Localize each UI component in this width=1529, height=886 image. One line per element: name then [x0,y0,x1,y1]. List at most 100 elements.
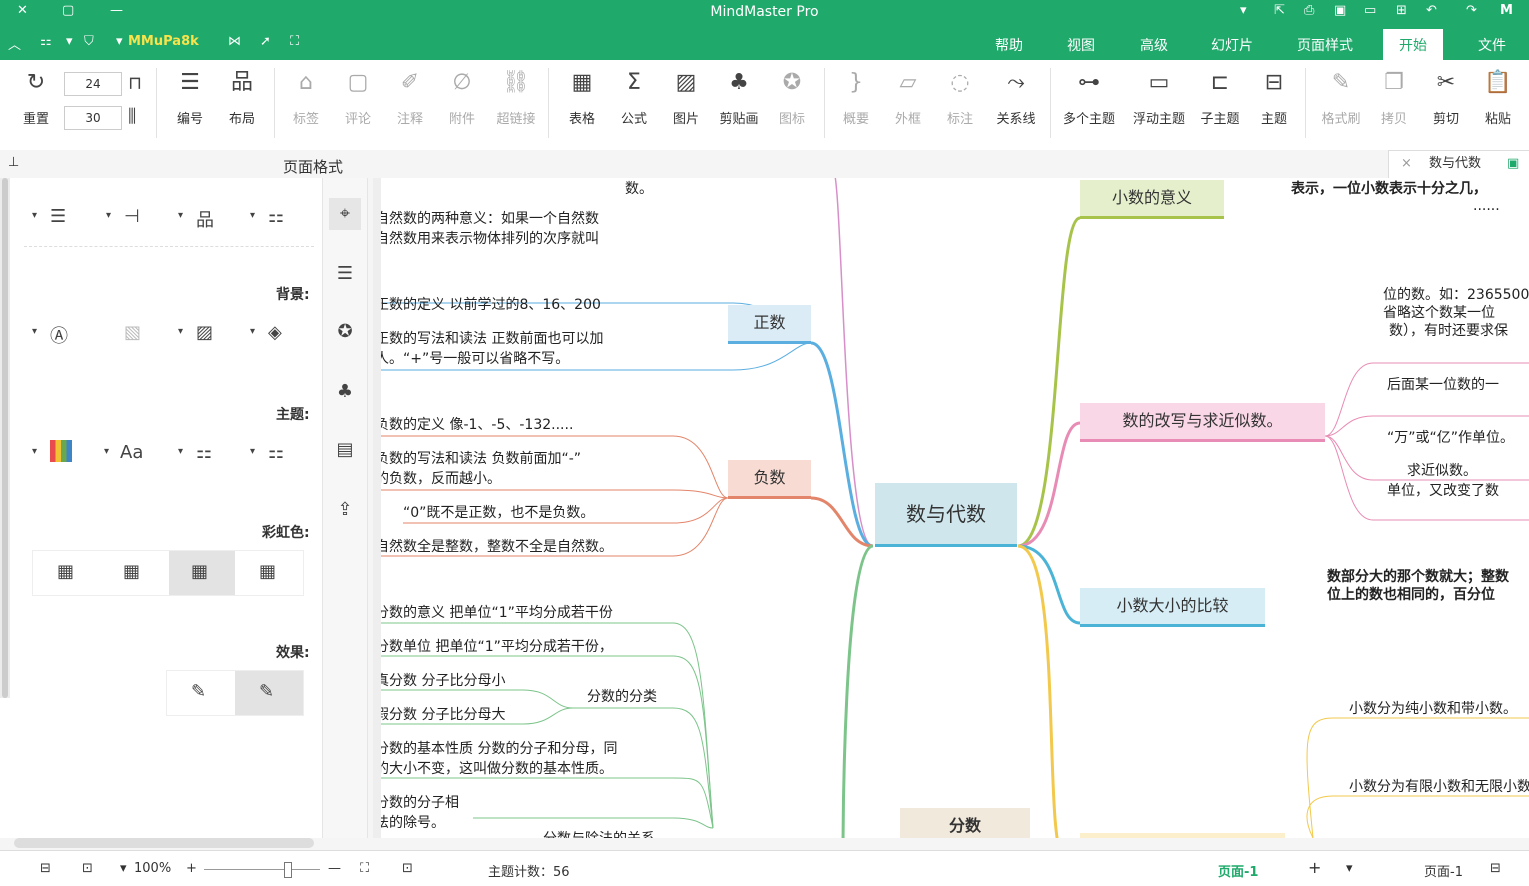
zoom-out-icon[interactable]: — [328,861,341,876]
rainbow-option-1-icon[interactable]: ▦ [57,561,74,582]
left-subtopic-text[interactable]: 数。 [625,178,653,198]
fraction-topic[interactable]: 分数 [900,808,1030,838]
mindmap-canvas[interactable]: 数与代数 正数 负数 小数的意义 数的改写与求近似数。 小数大小的比较 分数 数… [373,178,1529,838]
right-subtopic-text[interactable]: 位的数。如：2365500 [1383,284,1529,304]
left-subtopic-text[interactable]: 分数的意义 把单位“1”平均分成若干份 [375,602,613,622]
dropdown-arrow-icon[interactable]: ▾ [178,446,183,457]
zoom-level[interactable]: 100% [134,861,171,876]
approximation-topic[interactable]: 数的改写与求近似数。 [1080,403,1325,442]
dropdown-arrow-icon[interactable]: ▾ [250,326,255,337]
left-subtopic-text[interactable]: 人。“+”号一般可以省略不写。 [375,348,569,368]
tab-slides[interactable]: 幻灯片 [1211,35,1253,55]
right-subtopic-text[interactable]: 表示，一位小数表示十分之几， [1291,178,1487,198]
export-panel-icon[interactable]: ⇪ [329,494,361,526]
zoom-dropdown-icon[interactable]: ▾ [120,861,127,876]
tab-file[interactable]: 文件 [1478,35,1506,55]
icon-panel-icon[interactable]: ✪ [329,316,361,348]
right-subtopic-text[interactable]: 数），有时还要求保 [1389,320,1508,340]
theme-style-icon[interactable]: ⚏ [196,442,212,463]
subtopic-button[interactable]: ⊏ 子主题 [1194,68,1246,127]
color-theme-icon[interactable] [50,440,72,462]
right-subtopic-text[interactable]: 位上的数也相同的，百分位 [1327,584,1495,604]
add-page-button[interactable]: + [1308,858,1321,877]
format-brush-icon[interactable]: ⌖ [329,198,361,230]
right-subtopic-text[interactable]: “万”或“亿”作单位。 [1387,427,1514,447]
dropdown-arrow-icon[interactable]: ▾ [178,210,183,221]
apps-dropdown-icon[interactable]: ▾ [66,34,73,49]
left-subtopic-text[interactable]: 负数的写法和读法 负数前面加“-” [375,448,581,468]
canvas-vertical-scrollbar[interactable] [373,178,381,838]
reset-button[interactable]: ↻ 重置 [10,68,62,127]
left-subtopic-text[interactable]: 正数的定义 以前学过的8、16、200 [375,294,601,314]
boundary-button[interactable]: ▱ 外框 [882,68,934,127]
rainbow-option-3-icon[interactable]: ▦ [191,561,208,582]
rainbow-option-4-icon[interactable]: ▦ [259,561,276,582]
right-subtopic-text[interactable]: 求近似数。 [1407,460,1477,480]
fit-width-icon[interactable]: ⊡ [82,861,93,876]
multiple-topics-button[interactable]: ⊶ 多个主题 [1060,68,1118,127]
page-view-icon[interactable]: ⊟ [1490,861,1501,876]
right-subtopic-text[interactable]: 省略这个数某一位 [1383,302,1495,322]
dropdown-arrow-icon[interactable]: ▾ [104,446,109,457]
tab-advanced[interactable]: 高级 [1140,35,1168,55]
dropdown-arrow-icon[interactable]: ▾ [250,210,255,221]
left-subtopic-text[interactable]: 法的除号。 [375,812,445,832]
left-subtopic-text[interactable]: 自然数全是整数，整数不全是自然数。 [375,536,613,556]
watermark-icon[interactable]: Ⓐ [50,322,68,348]
outline-icon[interactable]: ☰ [329,258,361,290]
numbering-list-icon[interactable]: ☰ [50,206,66,227]
note-button[interactable]: ✐ 注释 [384,68,436,127]
effect-highlight-icon[interactable]: ✎ [259,681,274,702]
tab-home[interactable]: 开始 [1383,29,1443,60]
dropdown-arrow-icon[interactable]: ▾ [32,326,37,337]
right-subtopic-text[interactable]: 小数分为纯小数和带小数。 [1349,698,1517,718]
page-selector[interactable]: 页面-1 [1424,861,1463,880]
format-painter-button[interactable]: ✎ 格式刷 [1315,68,1367,127]
paste-button[interactable]: 📋 粘贴 [1472,68,1524,127]
picture-button[interactable]: ▨ 图片 [660,68,712,127]
rainbow-option-2-icon[interactable]: ▦ [123,561,140,582]
collapse-ribbon-icon[interactable]: ︿ [8,34,21,53]
floating-topic-button[interactable]: ▭ 浮动主题 [1130,68,1188,127]
dropdown-arrow-icon[interactable]: ▾ [32,446,37,457]
dropdown-arrow-icon[interactable]: ▾ [32,210,37,221]
tab-view[interactable]: 视图 [1067,35,1095,55]
right-subtopic-text[interactable]: ...... [1473,198,1500,214]
fullscreen-icon[interactable]: ⛶ [290,34,299,49]
left-subtopic-text[interactable]: 分数的基本性质 分数的分子和分母，同 [375,738,617,758]
summary-button[interactable]: } 概要 [830,68,882,127]
apps-icon[interactable]: ⚏ [40,34,52,49]
decimal-meaning-topic[interactable]: 小数的意义 [1080,180,1224,219]
left-subtopic-text[interactable]: 分数与除法的关系 [543,828,655,838]
remove-image-icon[interactable]: ▧ [124,322,141,343]
fill-bucket-icon[interactable]: ◈ [268,322,282,343]
cursor-icon[interactable]: ➚ [260,34,271,49]
right-subtopic-text[interactable]: 数部分大的那个数就大；整数 [1327,566,1509,586]
background-image-icon[interactable]: ▨ [196,322,213,343]
dropdown-arrow-icon[interactable]: ▾ [178,326,183,337]
central-topic[interactable]: 数与代数 [875,483,1017,545]
clipart-button[interactable]: ♣ 剪贴画 [713,68,765,127]
callout-button[interactable]: ◌ 标注 [934,68,986,127]
left-subtopic-text[interactable]: 的负数，反而越小。 [375,468,501,488]
positive-number-topic[interactable]: 正数 [728,305,811,344]
share-icon[interactable]: ⋈ [228,34,241,49]
negative-number-topic[interactable]: 负数 [728,460,811,499]
zoom-slider-handle[interactable] [284,862,292,878]
left-subtopic-text[interactable]: 正数的写法和读法 正数前面也可以加 [375,328,603,348]
dropdown-arrow-icon[interactable]: ▾ [250,446,255,457]
fullscreen-icon[interactable]: ⛶ [360,861,369,876]
close-tab-icon[interactable]: × [1401,151,1412,177]
hyperlink-button[interactable]: ⛓ 超链接 [490,68,542,127]
left-subtopic-text[interactable]: 自然数用来表示物体排列的次序就叫 [375,228,599,248]
right-subtopic-text[interactable]: 单位，又改变了数 [1387,480,1499,500]
page-tab[interactable]: 页面-1 [1218,861,1258,880]
attachment-button[interactable]: ∅ 附件 [436,68,488,127]
theme-layout-icon[interactable]: ⚏ [268,442,284,463]
topic-button[interactable]: ⊟ 主题 [1248,68,1300,127]
account-dropdown-icon[interactable]: ▾ [116,34,123,49]
dropdown-arrow-icon[interactable]: ▾ [106,210,111,221]
copy-button[interactable]: ❐ 拷贝 [1368,68,1420,127]
left-subtopic-text[interactable]: 分数单位 把单位“1”平均分成若干份， [375,636,613,656]
panel-scrollbar[interactable] [0,178,10,698]
